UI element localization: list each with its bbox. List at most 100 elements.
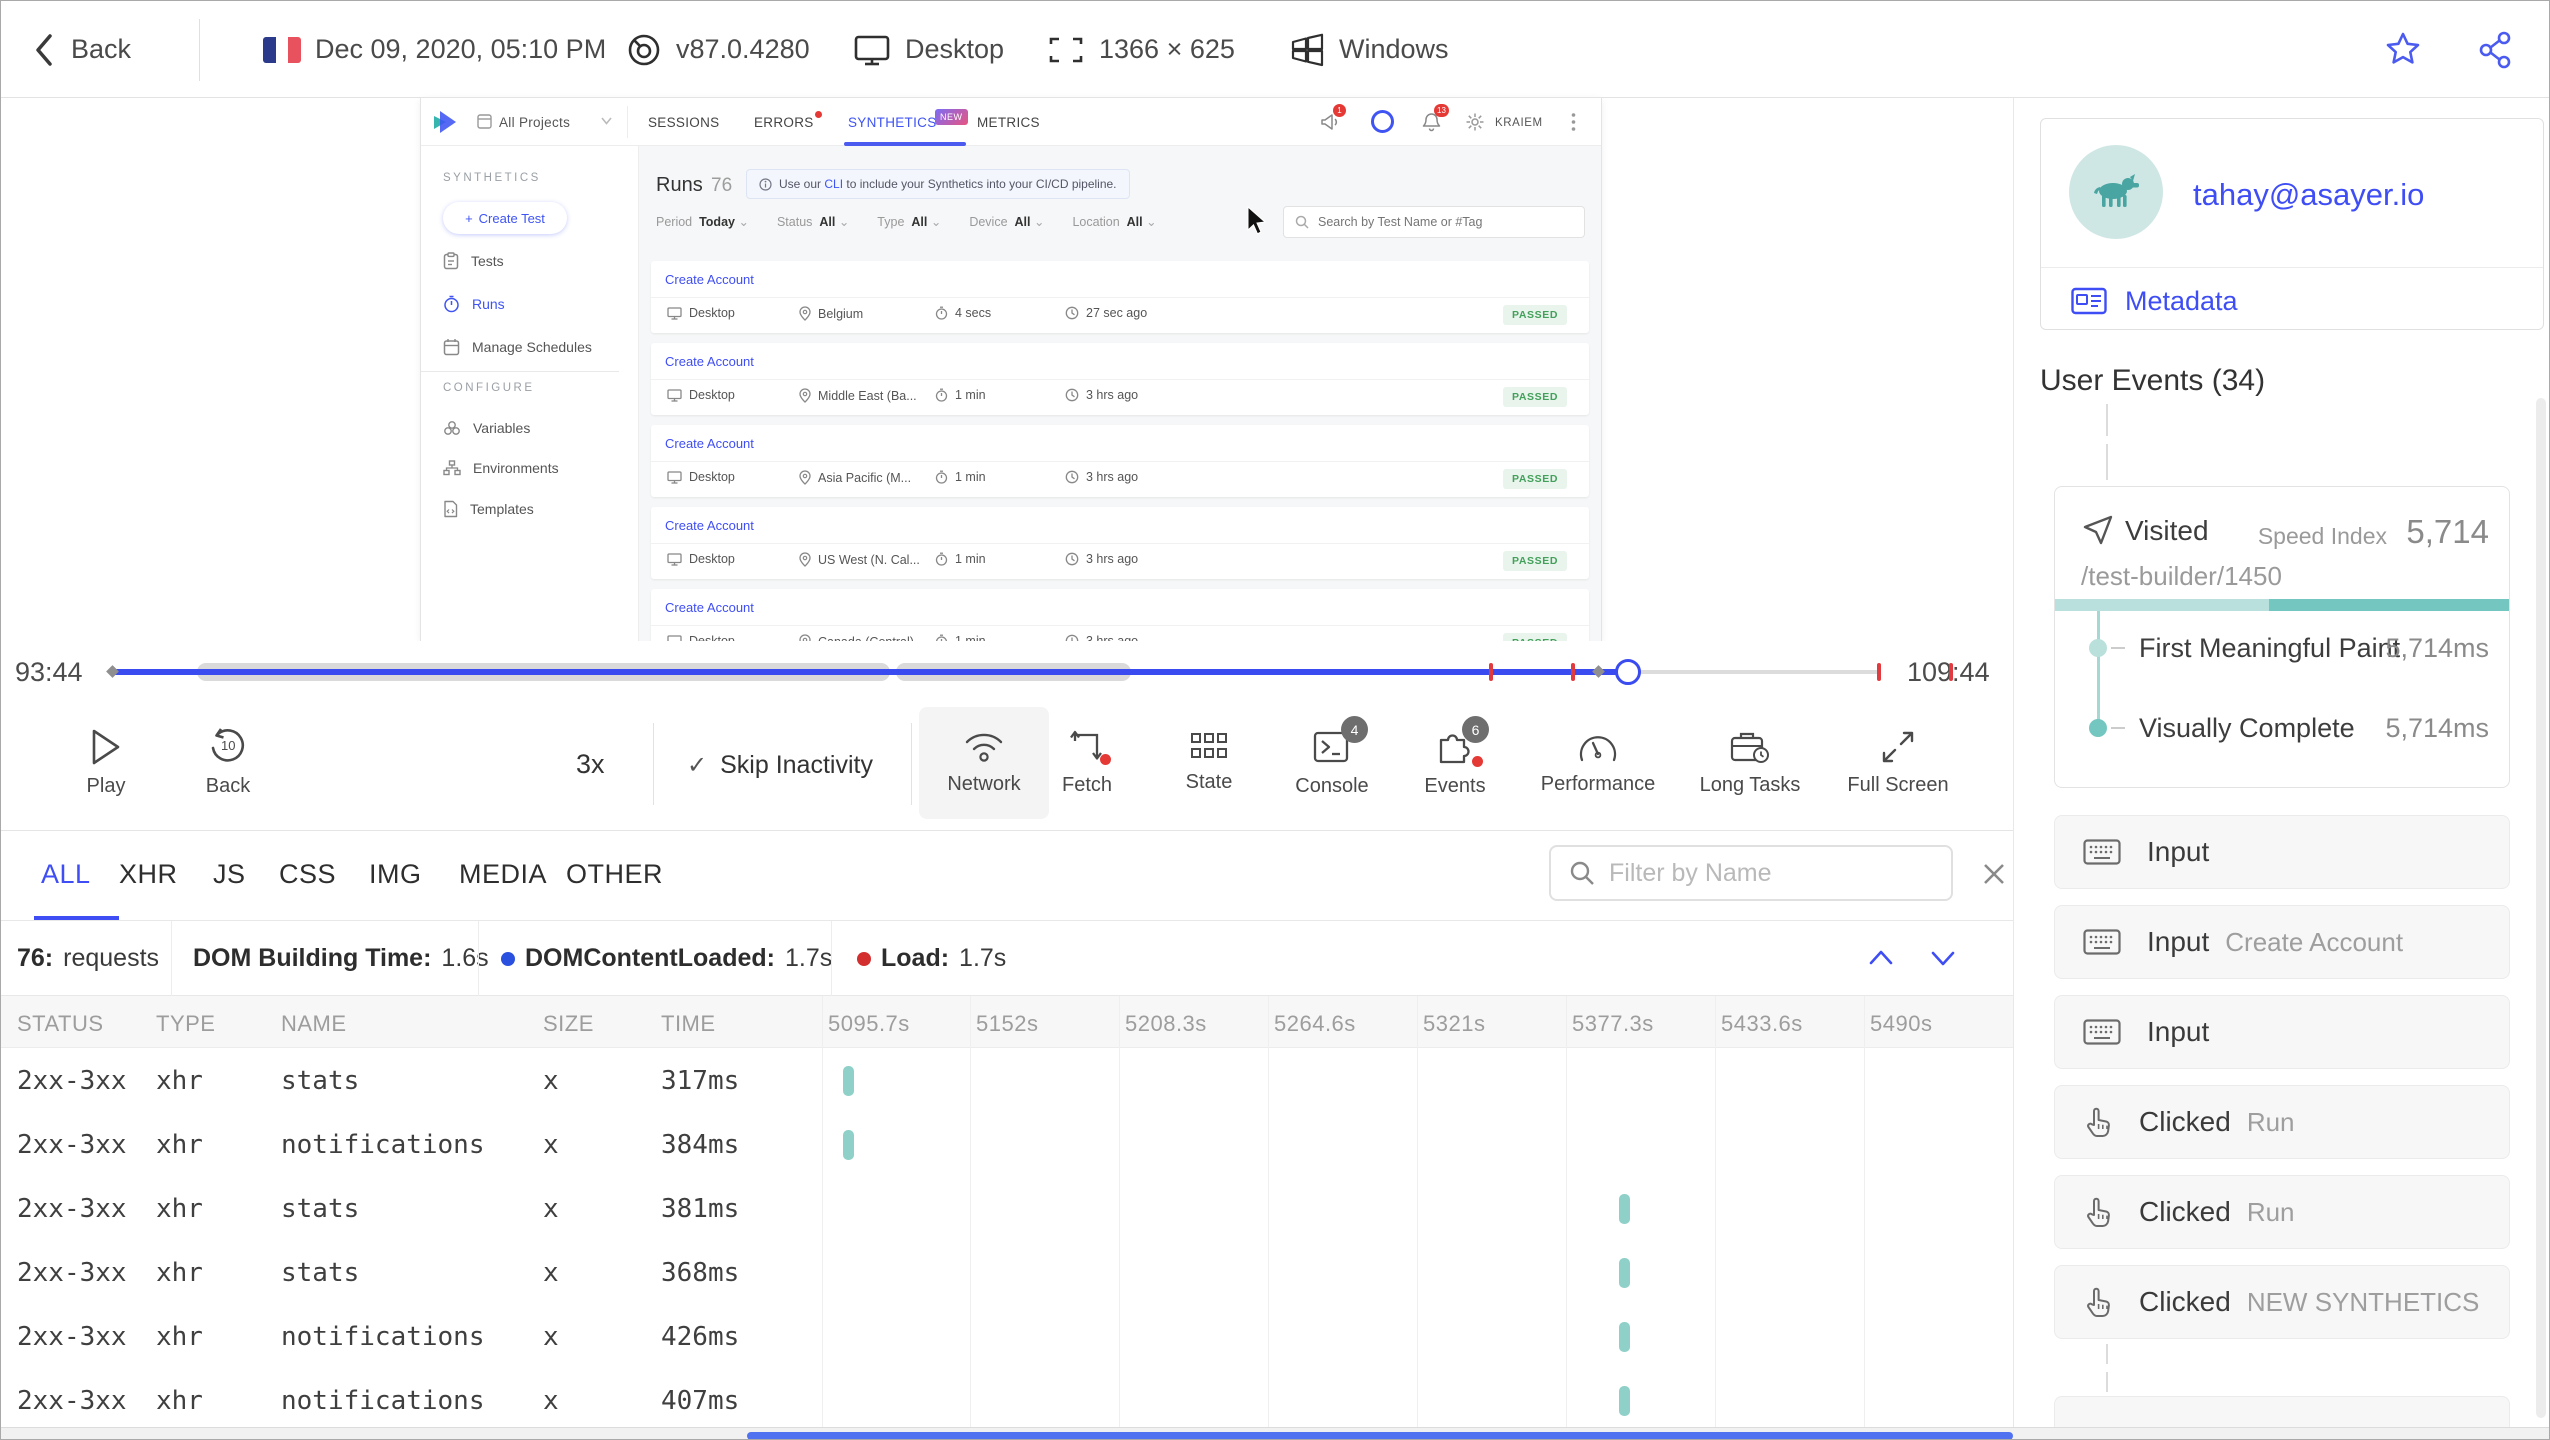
tab-errors[interactable]: ERRORS <box>754 115 814 130</box>
sidebar-item-templates[interactable]: Templates <box>443 500 534 518</box>
tab-css[interactable]: CSS <box>279 859 336 890</box>
event-card-input[interactable]: Input Create Account <box>2054 905 2510 979</box>
cli-banner: Use our CLI to include your Synthetics i… <box>746 169 1130 199</box>
gauge-icon <box>1578 730 1618 764</box>
hand-pointer-icon <box>2083 1105 2113 1139</box>
project-selector[interactable]: All Projects <box>499 115 570 130</box>
panel-button-events[interactable]: 6 Events <box>1390 707 1520 819</box>
tab-xhr[interactable]: XHR <box>119 859 178 890</box>
sidebar-item-manage-schedules[interactable]: Manage Schedules <box>443 338 592 356</box>
filter-box[interactable] <box>1549 845 1953 901</box>
event-card-clicked[interactable]: Clicked Run <box>2054 1175 2510 1249</box>
col-name: NAME <box>281 1011 347 1036</box>
request-row[interactable]: 2xx-3xx xhr stats x 368ms <box>1 1241 2013 1305</box>
request-row[interactable]: 2xx-3xx xhr notifications x 426ms <box>1 1305 2013 1369</box>
run-test-name[interactable]: Create Account <box>665 436 754 451</box>
network-table-header: STATUS TYPE NAME SIZE TIME 5095.7s 5152s… <box>1 996 2013 1048</box>
back-10-button[interactable]: 10 Back <box>173 707 283 819</box>
run-duration: 4 secs <box>935 306 991 320</box>
tab-synthetics[interactable]: SYNTHETICS <box>848 115 937 130</box>
jump-next-icon[interactable] <box>1925 943 1961 973</box>
favorite-button[interactable] <box>2383 1 2423 98</box>
filter-type[interactable]: Type All ⌄ <box>877 214 941 229</box>
timeline-progress <box>111 669 1628 675</box>
user-menu[interactable]: KRAIEM <box>1495 117 1543 129</box>
request-row[interactable]: 2xx-3xx xhr stats x 317ms <box>1 1049 2013 1113</box>
filter-status[interactable]: Status All ⌄ <box>777 214 849 229</box>
event-card-clicked[interactable]: Clicked Run <box>2054 1085 2510 1159</box>
playhead-handle[interactable] <box>1615 659 1641 685</box>
filter-input[interactable] <box>1609 858 1909 888</box>
panel-button-performance[interactable]: Performance <box>1533 707 1663 819</box>
run-device: Desktop <box>667 306 735 320</box>
event-connector <box>2106 1372 2108 1392</box>
player-timeline[interactable]: 93:44 109:44 <box>1 641 2013 703</box>
panel-button-full-screen[interactable]: Full Screen <box>1833 707 1963 819</box>
sidebar-item-runs[interactable]: Runs <box>443 295 505 313</box>
sidebar-item-environments[interactable]: Environments <box>443 460 559 476</box>
fmp-dot-icon <box>2089 639 2107 657</box>
user-email-link[interactable]: tahay@asayer.io <box>2193 177 2424 213</box>
waterfall-scrollbar-track[interactable] <box>1 1427 2549 1439</box>
request-row[interactable]: 2xx-3xx xhr stats x 381ms <box>1 1177 2013 1241</box>
tab-media[interactable]: MEDIA <box>459 859 547 890</box>
share-button[interactable] <box>2475 1 2515 98</box>
run-location: Canada (Central) <box>799 634 914 641</box>
speed-toggle[interactable]: 3x <box>576 749 605 780</box>
tab-all[interactable]: ALL <box>41 859 91 890</box>
event-card-input[interactable]: Input <box>2054 815 2510 889</box>
panel-button-state[interactable]: State <box>1144 707 1274 819</box>
tab-other[interactable]: OTHER <box>566 859 663 890</box>
jump-prev-icon[interactable] <box>1863 943 1899 973</box>
tab-js[interactable]: JS <box>213 859 246 890</box>
metadata-button[interactable]: Metadata <box>2071 279 2238 323</box>
request-row[interactable]: 2xx-3xx xhr notifications x 407ms <box>1 1369 2013 1427</box>
run-card[interactable]: Create Account Desktop Canada (Central) … <box>651 589 1589 641</box>
back-button[interactable]: Back <box>31 1 131 98</box>
play-button[interactable]: Play <box>51 707 161 819</box>
run-location: Asia Pacific (M... <box>799 470 911 485</box>
bell-badge: 13 <box>1434 104 1449 117</box>
panel-button-long-tasks[interactable]: Long Tasks <box>1685 707 1815 819</box>
console-icon: 4 <box>1312 716 1368 766</box>
waterfall-scrollbar-thumb[interactable] <box>747 1432 2013 1439</box>
runs-search-box[interactable] <box>1283 206 1585 238</box>
app-logo-icon <box>431 108 459 136</box>
run-test-name[interactable]: Create Account <box>665 600 754 615</box>
sidebar-scrollbar[interactable] <box>2536 398 2546 1418</box>
filter-device[interactable]: Device All ⌄ <box>969 214 1044 229</box>
filter-period[interactable]: Period Today ⌄ <box>656 214 749 229</box>
visited-event-card[interactable]: Visited Speed Index 5,714 /test-builder/… <box>2054 486 2510 788</box>
run-test-name[interactable]: Create Account <box>665 518 754 533</box>
kebab-menu-icon[interactable] <box>1571 112 1576 132</box>
waterfall-bar <box>1619 1194 1630 1224</box>
sidebar-item-variables[interactable]: Variables <box>443 420 530 436</box>
run-card[interactable]: Create Account Desktop US West (N. Cal..… <box>651 507 1589 579</box>
tab-metrics[interactable]: METRICS <box>977 115 1040 130</box>
event-card-partial[interactable] <box>2054 1396 2510 1427</box>
run-card[interactable]: Create Account Desktop Belgium 4 secs 27… <box>651 261 1589 333</box>
run-card[interactable]: Create Account Desktop Asia Pacific (M..… <box>651 425 1589 497</box>
request-row[interactable]: 2xx-3xx xhr notifications x 384ms <box>1 1113 2013 1177</box>
gear-icon[interactable] <box>1465 112 1485 132</box>
tab-img[interactable]: IMG <box>369 859 422 890</box>
cli-link[interactable]: CLI <box>824 177 843 191</box>
close-panel-icon[interactable] <box>1981 861 2007 887</box>
run-test-name[interactable]: Create Account <box>665 272 754 287</box>
event-connector <box>2106 404 2108 436</box>
create-test-button[interactable]: + Create Test <box>443 202 567 234</box>
recorded-app-screenshot: All Projects SESSIONS ERRORS SYNTHETICS … <box>421 98 1601 641</box>
run-card[interactable]: Create Account Desktop Middle East (Ba..… <box>651 343 1589 415</box>
monitor-icon <box>853 32 891 68</box>
event-card-input[interactable]: Input <box>2054 995 2510 1069</box>
sitemap-icon <box>443 460 461 476</box>
panel-button-fetch[interactable]: Fetch <box>1022 707 1152 819</box>
skip-inactivity-toggle[interactable]: ✓ Skip Inactivity <box>687 751 873 780</box>
event-card-clicked[interactable]: Clicked NEW SYNTHETICS <box>2054 1265 2510 1339</box>
filter-location[interactable]: Location All ⌄ <box>1072 214 1156 229</box>
sidebar-item-tests[interactable]: Tests <box>443 252 504 270</box>
runs-search-input[interactable] <box>1318 215 1568 229</box>
run-test-name[interactable]: Create Account <box>665 354 754 369</box>
tab-sessions[interactable]: SESSIONS <box>648 115 719 130</box>
panel-button-console[interactable]: 4 Console <box>1267 707 1397 819</box>
